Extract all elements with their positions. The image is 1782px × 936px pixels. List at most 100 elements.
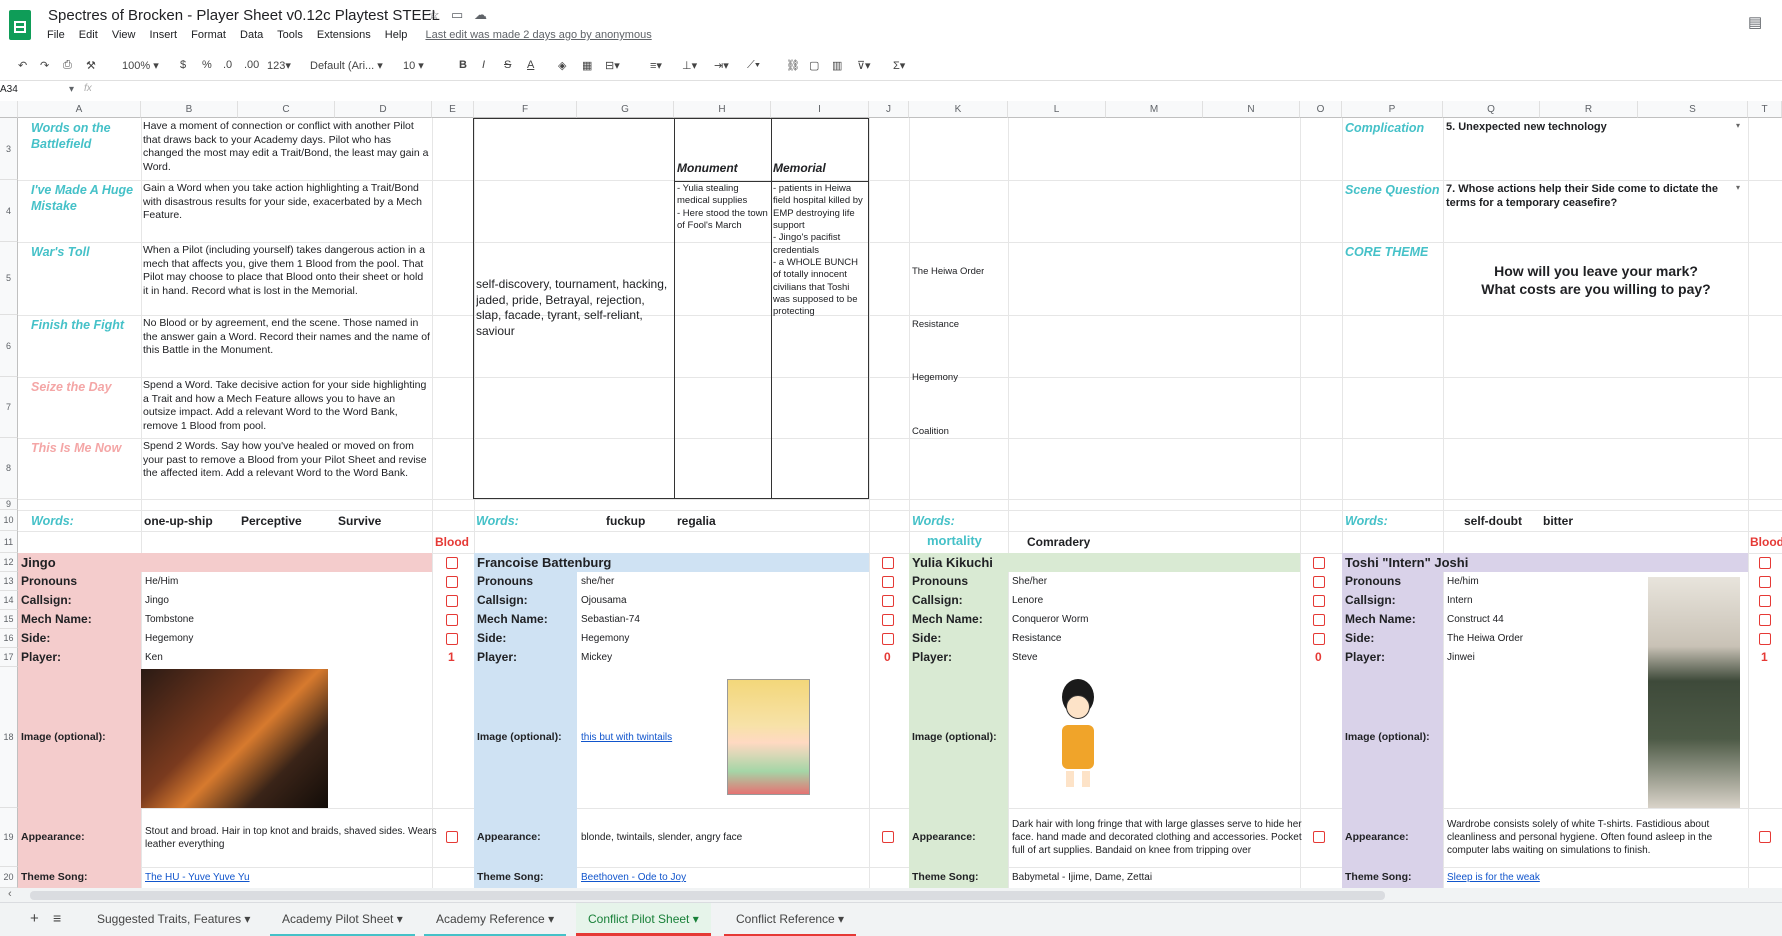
row-header[interactable]: 19 [0,808,18,867]
scene-question-select[interactable]: 7. Whose actions help their Side come to… [1446,182,1736,211]
blood-checkbox[interactable] [1759,633,1771,645]
all-sheets-icon[interactable]: ≡ [53,910,61,926]
filter-icon[interactable]: ⊽▾ [857,59,871,72]
redo-icon[interactable]: ↷ [40,59,49,72]
column-header-g[interactable]: G [577,101,674,118]
sheet-tab[interactable]: Conflict Reference ▾ [724,903,857,936]
select-all-corner[interactable] [0,101,18,118]
star-icon[interactable]: ☆ [428,7,440,23]
column-header-d[interactable]: D [335,101,432,118]
decrease-decimal-button[interactable]: .0 [223,59,232,71]
field-value-theme[interactable]: Sleep is for the weak [1445,867,1755,888]
sheets-logo-icon[interactable] [9,10,31,40]
row-header[interactable]: 13 [0,572,18,591]
menu-tools[interactable]: Tools [277,29,303,41]
blood-checkbox[interactable] [446,633,458,645]
column-header-j[interactable]: J [869,101,909,118]
sheet-tab[interactable]: Academy Pilot Sheet ▾ [270,903,415,936]
blood-checkbox[interactable] [882,576,894,588]
row-header[interactable]: 3 [0,118,18,180]
row-header[interactable]: 5 [0,242,18,315]
more-formats-button[interactable]: 123▾ [267,59,291,72]
paint-format-icon[interactable]: ⚒ [86,59,96,72]
blood-checkbox[interactable] [882,557,894,569]
row-header[interactable]: 16 [0,629,18,648]
column-header-n[interactable]: N [1203,101,1300,118]
blood-checkbox[interactable] [446,576,458,588]
sheet-tab[interactable]: Suggested Traits, Features ▾ [85,903,262,936]
field-value-theme[interactable]: Beethoven - Ode to Joy [579,867,878,888]
font-size-select[interactable]: 10 ▾ [403,59,424,72]
blood-checkbox[interactable] [882,595,894,607]
row-header[interactable]: 17 [0,648,18,667]
blood-checkbox[interactable] [1313,576,1325,588]
row-header[interactable]: 18 [0,667,18,808]
font-select[interactable]: Default (Ari... ▾ [310,59,383,72]
document-title[interactable]: Spectres of Brocken - Player Sheet v0.12… [48,7,440,24]
column-header-r[interactable]: R [1540,101,1638,118]
percent-button[interactable]: % [202,59,212,71]
insert-link-icon[interactable]: ⛓ [786,59,800,72]
row-header[interactable]: 9 [0,499,18,510]
borders-icon[interactable]: ▦ [582,59,592,72]
blood-checkbox[interactable] [882,633,894,645]
blood-checkbox[interactable] [446,831,458,843]
menu-help[interactable]: Help [385,29,408,41]
column-header-f[interactable]: F [474,101,577,118]
menu-insert[interactable]: Insert [150,29,178,41]
column-header-e[interactable]: E [432,101,474,118]
sheet-tab[interactable]: Academy Reference ▾ [424,903,567,936]
blood-checkbox[interactable] [1313,557,1325,569]
blood-checkbox[interactable] [1759,595,1771,607]
blood-checkbox[interactable] [882,614,894,626]
row-header[interactable]: 14 [0,591,18,610]
row-header[interactable]: 7 [0,377,18,438]
menu-extensions[interactable]: Extensions [317,29,371,41]
name-box[interactable]: A34 ▾ [0,84,74,95]
comments-icon[interactable]: ▤ [1748,13,1762,31]
row-header[interactable]: 8 [0,438,18,499]
blood-checkbox[interactable] [1313,614,1325,626]
row-header[interactable]: 4 [0,180,18,242]
merge-cells-icon[interactable]: ⊟▾ [605,59,620,72]
row-header[interactable]: 20 [0,867,18,888]
menu-format[interactable]: Format [191,29,226,41]
blood-checkbox[interactable] [446,595,458,607]
blood-checkbox[interactable] [1313,595,1325,607]
column-header-a[interactable]: A [18,101,141,118]
increase-decimal-button[interactable]: .00 [244,59,259,71]
blood-checkbox[interactable] [1759,614,1771,626]
column-header-l[interactable]: L [1008,101,1106,118]
blood-checkbox[interactable] [882,831,894,843]
column-header-m[interactable]: M [1106,101,1203,118]
blood-checkbox[interactable] [1759,557,1771,569]
column-header-i[interactable]: I [771,101,869,118]
column-header-s[interactable]: S [1638,101,1748,118]
text-color-icon[interactable]: A [527,59,534,71]
blood-checkbox[interactable] [446,614,458,626]
column-header-o[interactable]: O [1300,101,1342,118]
menu-edit[interactable]: Edit [79,29,98,41]
last-edit-link[interactable]: Last edit was made 2 days ago by anonymo… [425,29,651,41]
horizontal-align-icon[interactable]: ≡▾ [650,59,662,72]
blood-checkbox[interactable] [1313,633,1325,645]
field-value-theme[interactable]: Babymetal - Ijime, Dame, Zettai [1010,867,1309,888]
menu-data[interactable]: Data [240,29,263,41]
text-wrap-icon[interactable]: ⇥▾ [714,59,729,72]
scroll-left-icon[interactable]: ‹ [8,888,12,900]
strikethrough-icon[interactable]: S [504,59,511,71]
add-sheet-icon[interactable]: + [30,910,39,927]
bold-icon[interactable]: B [459,59,467,71]
horizontal-scrollbar[interactable]: ‹ [0,888,1782,902]
column-header-q[interactable]: Q [1443,101,1540,118]
column-header-p[interactable]: P [1342,101,1443,118]
text-rotation-icon[interactable]: ⟋▾ [747,59,760,72]
scrollbar-thumb[interactable] [30,891,1385,900]
field-value-image[interactable] [1445,667,1620,808]
blood-checkbox[interactable] [446,557,458,569]
blood-checkbox[interactable] [1313,831,1325,843]
insert-comment-icon[interactable]: ▢ [809,59,819,72]
row-header[interactable]: 15 [0,610,18,629]
row-header[interactable]: 10 [0,510,18,531]
dropdown-arrow-icon[interactable]: ▾ [1736,183,1740,193]
